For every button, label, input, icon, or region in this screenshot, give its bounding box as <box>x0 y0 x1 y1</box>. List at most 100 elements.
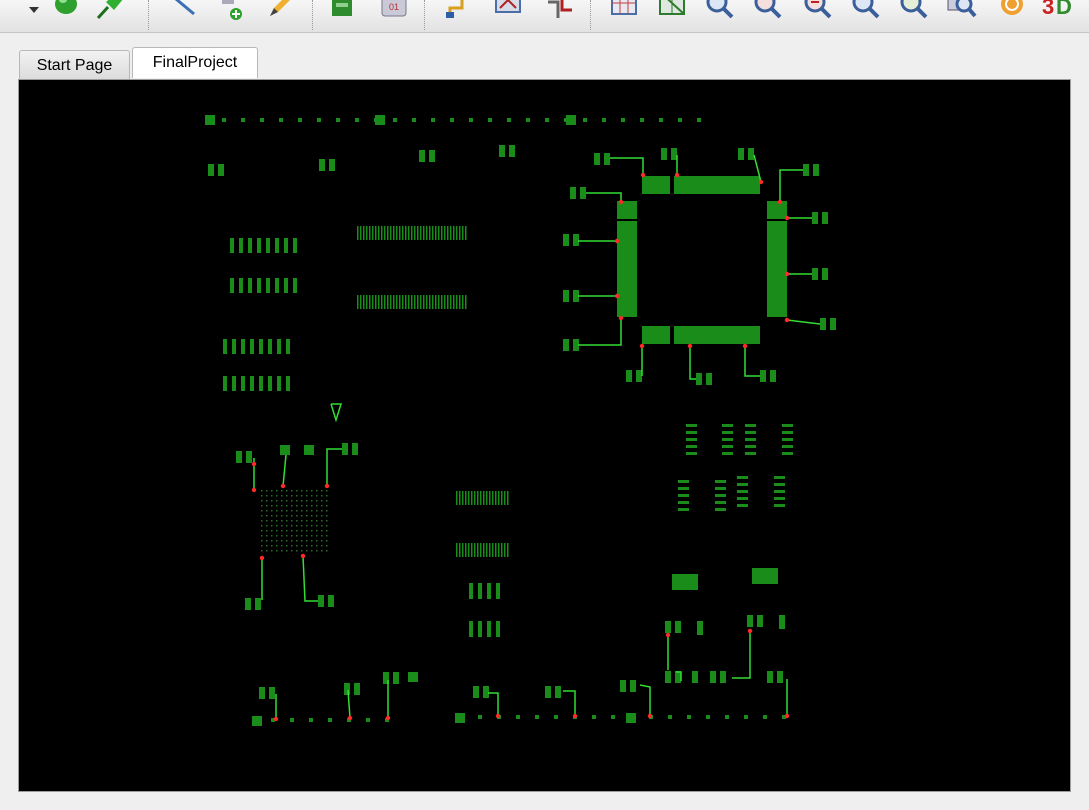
pcb-bga-ball <box>291 535 293 537</box>
green-component-icon[interactable] <box>50 0 82 22</box>
pcb-pad <box>722 424 733 427</box>
pcb-pad <box>390 226 392 240</box>
pcb-layout-canvas[interactable] <box>18 79 1071 792</box>
refresh-icon[interactable] <box>996 0 1028 22</box>
pcb-marker <box>747 628 753 634</box>
pcb-bga-ball <box>286 490 288 492</box>
pcb-bga-ball <box>261 505 263 507</box>
pcb-bga-ball <box>291 550 293 552</box>
pcb-bga-ball <box>261 490 263 492</box>
pcb-pad <box>245 598 251 610</box>
via-icon[interactable] <box>544 0 576 22</box>
pcb-pad <box>429 226 431 240</box>
pcb-pad <box>504 543 506 557</box>
pcb-pad <box>488 118 492 122</box>
pcb-bga-ball <box>326 540 328 542</box>
pcb-pad <box>420 226 422 240</box>
pcb-bga-ball <box>291 495 293 497</box>
pcb-pad <box>387 226 389 240</box>
pcb-pad <box>336 118 340 122</box>
pcb-pad <box>459 226 461 240</box>
pcb-bga-ball <box>321 530 323 532</box>
pcb-pad <box>545 686 551 698</box>
pcb-pad <box>266 238 270 253</box>
pcb-bga-ball <box>326 510 328 512</box>
pcb-pad <box>489 543 491 557</box>
pcb-bga-ball <box>316 520 318 522</box>
pcb-pad <box>378 226 380 240</box>
pcb-pad <box>483 686 489 698</box>
pcb-trace <box>639 684 651 716</box>
copy-sheet-icon[interactable] <box>326 0 358 22</box>
pcb-pad <box>248 238 252 253</box>
pcb-pad <box>478 583 482 599</box>
pencil-icon[interactable] <box>264 0 296 22</box>
pcb-pad <box>767 671 773 683</box>
pcb-marker <box>572 713 578 719</box>
pcb-bga-ball <box>316 540 318 542</box>
pcb-bga-ball <box>311 500 313 502</box>
pcb-pad <box>630 680 636 692</box>
pcb-pad <box>459 491 461 505</box>
pcb-bga-ball <box>306 495 308 497</box>
pcb-pad <box>384 226 386 240</box>
pcb-pad <box>450 226 452 240</box>
pcb-pad <box>453 295 455 309</box>
pcb-marker <box>273 716 279 722</box>
pcb-bga-ball <box>306 510 308 512</box>
pcb-pad <box>812 212 818 224</box>
layer-icon[interactable]: 01 <box>378 0 410 22</box>
tab-final-project[interactable]: FinalProject <box>132 47 258 78</box>
route-trace-icon[interactable] <box>442 0 474 22</box>
pcb-pad <box>570 187 576 199</box>
pcb-pad <box>441 226 443 240</box>
pcb-pad <box>290 718 294 722</box>
pcb-trace <box>786 319 821 325</box>
pcb-bga-ball <box>311 520 313 522</box>
pcb-marker <box>784 713 790 719</box>
pcb-pad <box>678 494 689 497</box>
zoom-selection-icon[interactable] <box>898 0 930 22</box>
pcb-bga-ball <box>296 515 298 517</box>
pcb-pad <box>317 118 321 122</box>
pcb-bga-ball <box>311 505 313 507</box>
pcb-marker <box>777 199 783 205</box>
pcb-pad <box>286 376 290 391</box>
pcb-bga-ball <box>286 495 288 497</box>
tab-start-page[interactable]: Start Page <box>19 50 130 79</box>
pcb-marker <box>758 179 764 185</box>
add-component-icon[interactable] <box>218 0 250 22</box>
zoom-fit-icon[interactable] <box>704 0 736 22</box>
pcb-pad <box>471 491 473 505</box>
pcb-bga-ball <box>301 505 303 507</box>
place-footprint-icon[interactable] <box>492 0 524 22</box>
pcb-pad <box>329 159 335 171</box>
pcb-pad <box>611 715 615 719</box>
pcb-bga-ball <box>301 495 303 497</box>
pcb-bga-ball <box>261 525 263 527</box>
pcb-bga-ball <box>261 530 263 532</box>
zoom-board-icon[interactable] <box>946 0 978 22</box>
line-tool-icon[interactable] <box>166 0 198 22</box>
zoom-in-icon[interactable] <box>752 0 784 22</box>
dropdown-arrow-icon[interactable] <box>18 0 50 22</box>
pcb-pad <box>621 118 625 122</box>
pcb-pad <box>230 238 234 253</box>
pin-icon[interactable] <box>94 0 126 22</box>
pcb-marker <box>300 553 306 559</box>
pcb-board-drawing[interactable] <box>19 80 1070 791</box>
pcb-pad <box>369 295 371 309</box>
pcb-pad <box>438 295 440 309</box>
zoom-out-icon[interactable] <box>802 0 834 22</box>
pcb-trace <box>779 169 803 202</box>
board-grid-icon[interactable] <box>656 0 688 22</box>
pcb-pad <box>459 295 461 309</box>
pcb-pad <box>745 438 756 441</box>
pcb-bga-ball <box>281 510 283 512</box>
pcb-pad <box>744 715 748 719</box>
pcb-pad <box>435 226 437 240</box>
grid-icon[interactable] <box>608 0 640 22</box>
pcb-pad <box>277 376 281 391</box>
3d-view-icon[interactable]: 3D <box>1040 0 1072 22</box>
zoom-area-icon[interactable] <box>850 0 882 22</box>
